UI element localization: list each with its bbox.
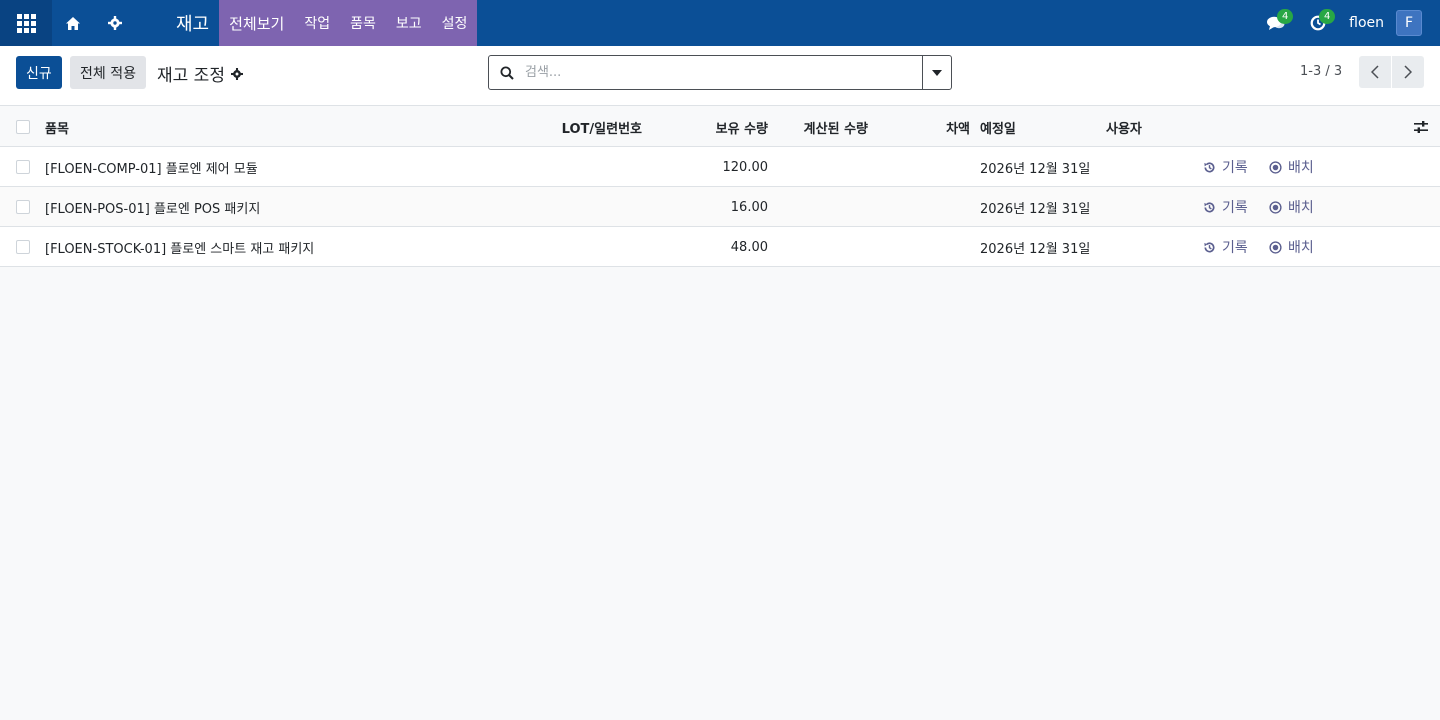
inventory-table: 품목 LOT/일련번호 보유 수량 계산된 수량 차액 예정일 사용자 [FLO… <box>0 107 1440 267</box>
gear-icon[interactable] <box>230 67 243 80</box>
select-all-checkbox[interactable] <box>16 120 30 134</box>
apply-button[interactable]: 배치 <box>1269 147 1314 187</box>
app-switcher-icon[interactable] <box>0 0 52 46</box>
page-title: 재고 조정 <box>157 66 225 86</box>
main-menu: 전체보기 작업 품목 보고 설정 <box>219 0 478 46</box>
scheduled-date-cell[interactable]: 2026년 12월 31일 <box>980 147 1090 187</box>
menu-products[interactable]: 품목 <box>340 0 386 46</box>
history-icon <box>1204 241 1215 252</box>
settings-gear-icon[interactable] <box>94 0 136 46</box>
table-header: 품목 LOT/일련번호 보유 수량 계산된 수량 차액 예정일 사용자 <box>0 107 1440 147</box>
product-cell[interactable]: [FLOEN-COMP-01] 플로엔 제어 모듈 <box>45 147 258 187</box>
activities-count-badge: 4 <box>1319 9 1336 24</box>
top-navbar: 재고 전체보기 작업 품목 보고 설정 4 4 floen F <box>0 0 1440 46</box>
app-brand-title[interactable]: 재고 <box>136 0 219 46</box>
bullseye-icon <box>1269 160 1282 174</box>
column-difference[interactable]: 차액 <box>930 107 970 147</box>
history-button[interactable]: 기록 <box>1203 227 1248 267</box>
menu-overview[interactable]: 전체보기 <box>219 0 294 46</box>
menu-reporting[interactable]: 보고 <box>386 0 432 46</box>
row-checkbox[interactable] <box>16 240 30 254</box>
history-icon <box>1204 161 1215 172</box>
menu-configuration[interactable]: 설정 <box>432 0 478 46</box>
activities-systray[interactable]: 4 <box>1297 0 1339 46</box>
menu-operations[interactable]: 작업 <box>294 0 340 46</box>
history-button[interactable]: 기록 <box>1203 147 1248 187</box>
apply-button[interactable]: 배치 <box>1269 227 1314 267</box>
history-icon <box>1204 201 1215 212</box>
chevron-right-icon <box>1404 65 1412 79</box>
table-row[interactable]: [FLOEN-POS-01] 플로엔 POS 패키지 16.00 2026년 1… <box>0 187 1440 227</box>
column-counted[interactable]: 계산된 수량 <box>780 107 868 147</box>
on-hand-cell[interactable]: 120.00 <box>690 147 769 187</box>
messages-count-badge: 4 <box>1277 9 1294 24</box>
history-button[interactable]: 기록 <box>1203 187 1248 227</box>
breadcrumb: 재고 조정 <box>157 61 243 86</box>
search-input[interactable] <box>525 65 922 80</box>
column-user[interactable]: 사용자 <box>1106 107 1142 147</box>
user-name[interactable]: floen <box>1339 15 1396 31</box>
search-options-toggle[interactable] <box>922 56 951 89</box>
table-row[interactable]: [FLOEN-STOCK-01] 플로엔 스마트 재고 패키지 48.00 20… <box>0 227 1440 267</box>
scheduled-date-cell[interactable]: 2026년 12월 31일 <box>980 187 1090 227</box>
product-cell[interactable]: [FLOEN-STOCK-01] 플로엔 스마트 재고 패키지 <box>45 227 314 267</box>
home-icon[interactable] <box>52 0 94 46</box>
product-cell[interactable]: [FLOEN-POS-01] 플로엔 POS 패키지 <box>45 187 260 227</box>
row-checkbox[interactable] <box>16 160 30 174</box>
pager-previous-button[interactable] <box>1359 56 1391 88</box>
optional-columns-icon[interactable] <box>1414 107 1428 147</box>
column-product[interactable]: 품목 <box>45 107 69 147</box>
row-checkbox[interactable] <box>16 200 30 214</box>
search-bar <box>488 55 952 90</box>
on-hand-cell[interactable]: 48.00 <box>690 227 768 267</box>
scheduled-date-cell[interactable]: 2026년 12월 31일 <box>980 227 1090 267</box>
caret-down-icon <box>932 69 942 76</box>
column-on-hand[interactable]: 보유 수량 <box>690 107 768 147</box>
on-hand-cell[interactable]: 16.00 <box>690 187 768 227</box>
search-icon <box>489 66 525 80</box>
messages-systray[interactable]: 4 <box>1255 0 1297 46</box>
table-row[interactable]: [FLOEN-COMP-01] 플로엔 제어 모듈 120.00 2026년 1… <box>0 147 1440 187</box>
pager-next-button[interactable] <box>1392 56 1424 88</box>
avatar[interactable]: F <box>1396 10 1422 36</box>
apply-all-button[interactable]: 전체 적용 <box>70 56 146 89</box>
apply-button[interactable]: 배치 <box>1269 187 1314 227</box>
column-lot[interactable]: LOT/일련번호 <box>552 107 642 147</box>
new-button[interactable]: 신규 <box>16 56 62 89</box>
control-panel: 신규 전체 적용 재고 조정 1-3 / 3 <box>0 46 1440 106</box>
bullseye-icon <box>1269 200 1282 214</box>
chevron-left-icon <box>1371 65 1379 79</box>
bullseye-icon <box>1269 240 1282 254</box>
column-scheduled-date[interactable]: 예정일 <box>980 107 1016 147</box>
pager-value[interactable]: 1-3 / 3 <box>1300 64 1342 79</box>
